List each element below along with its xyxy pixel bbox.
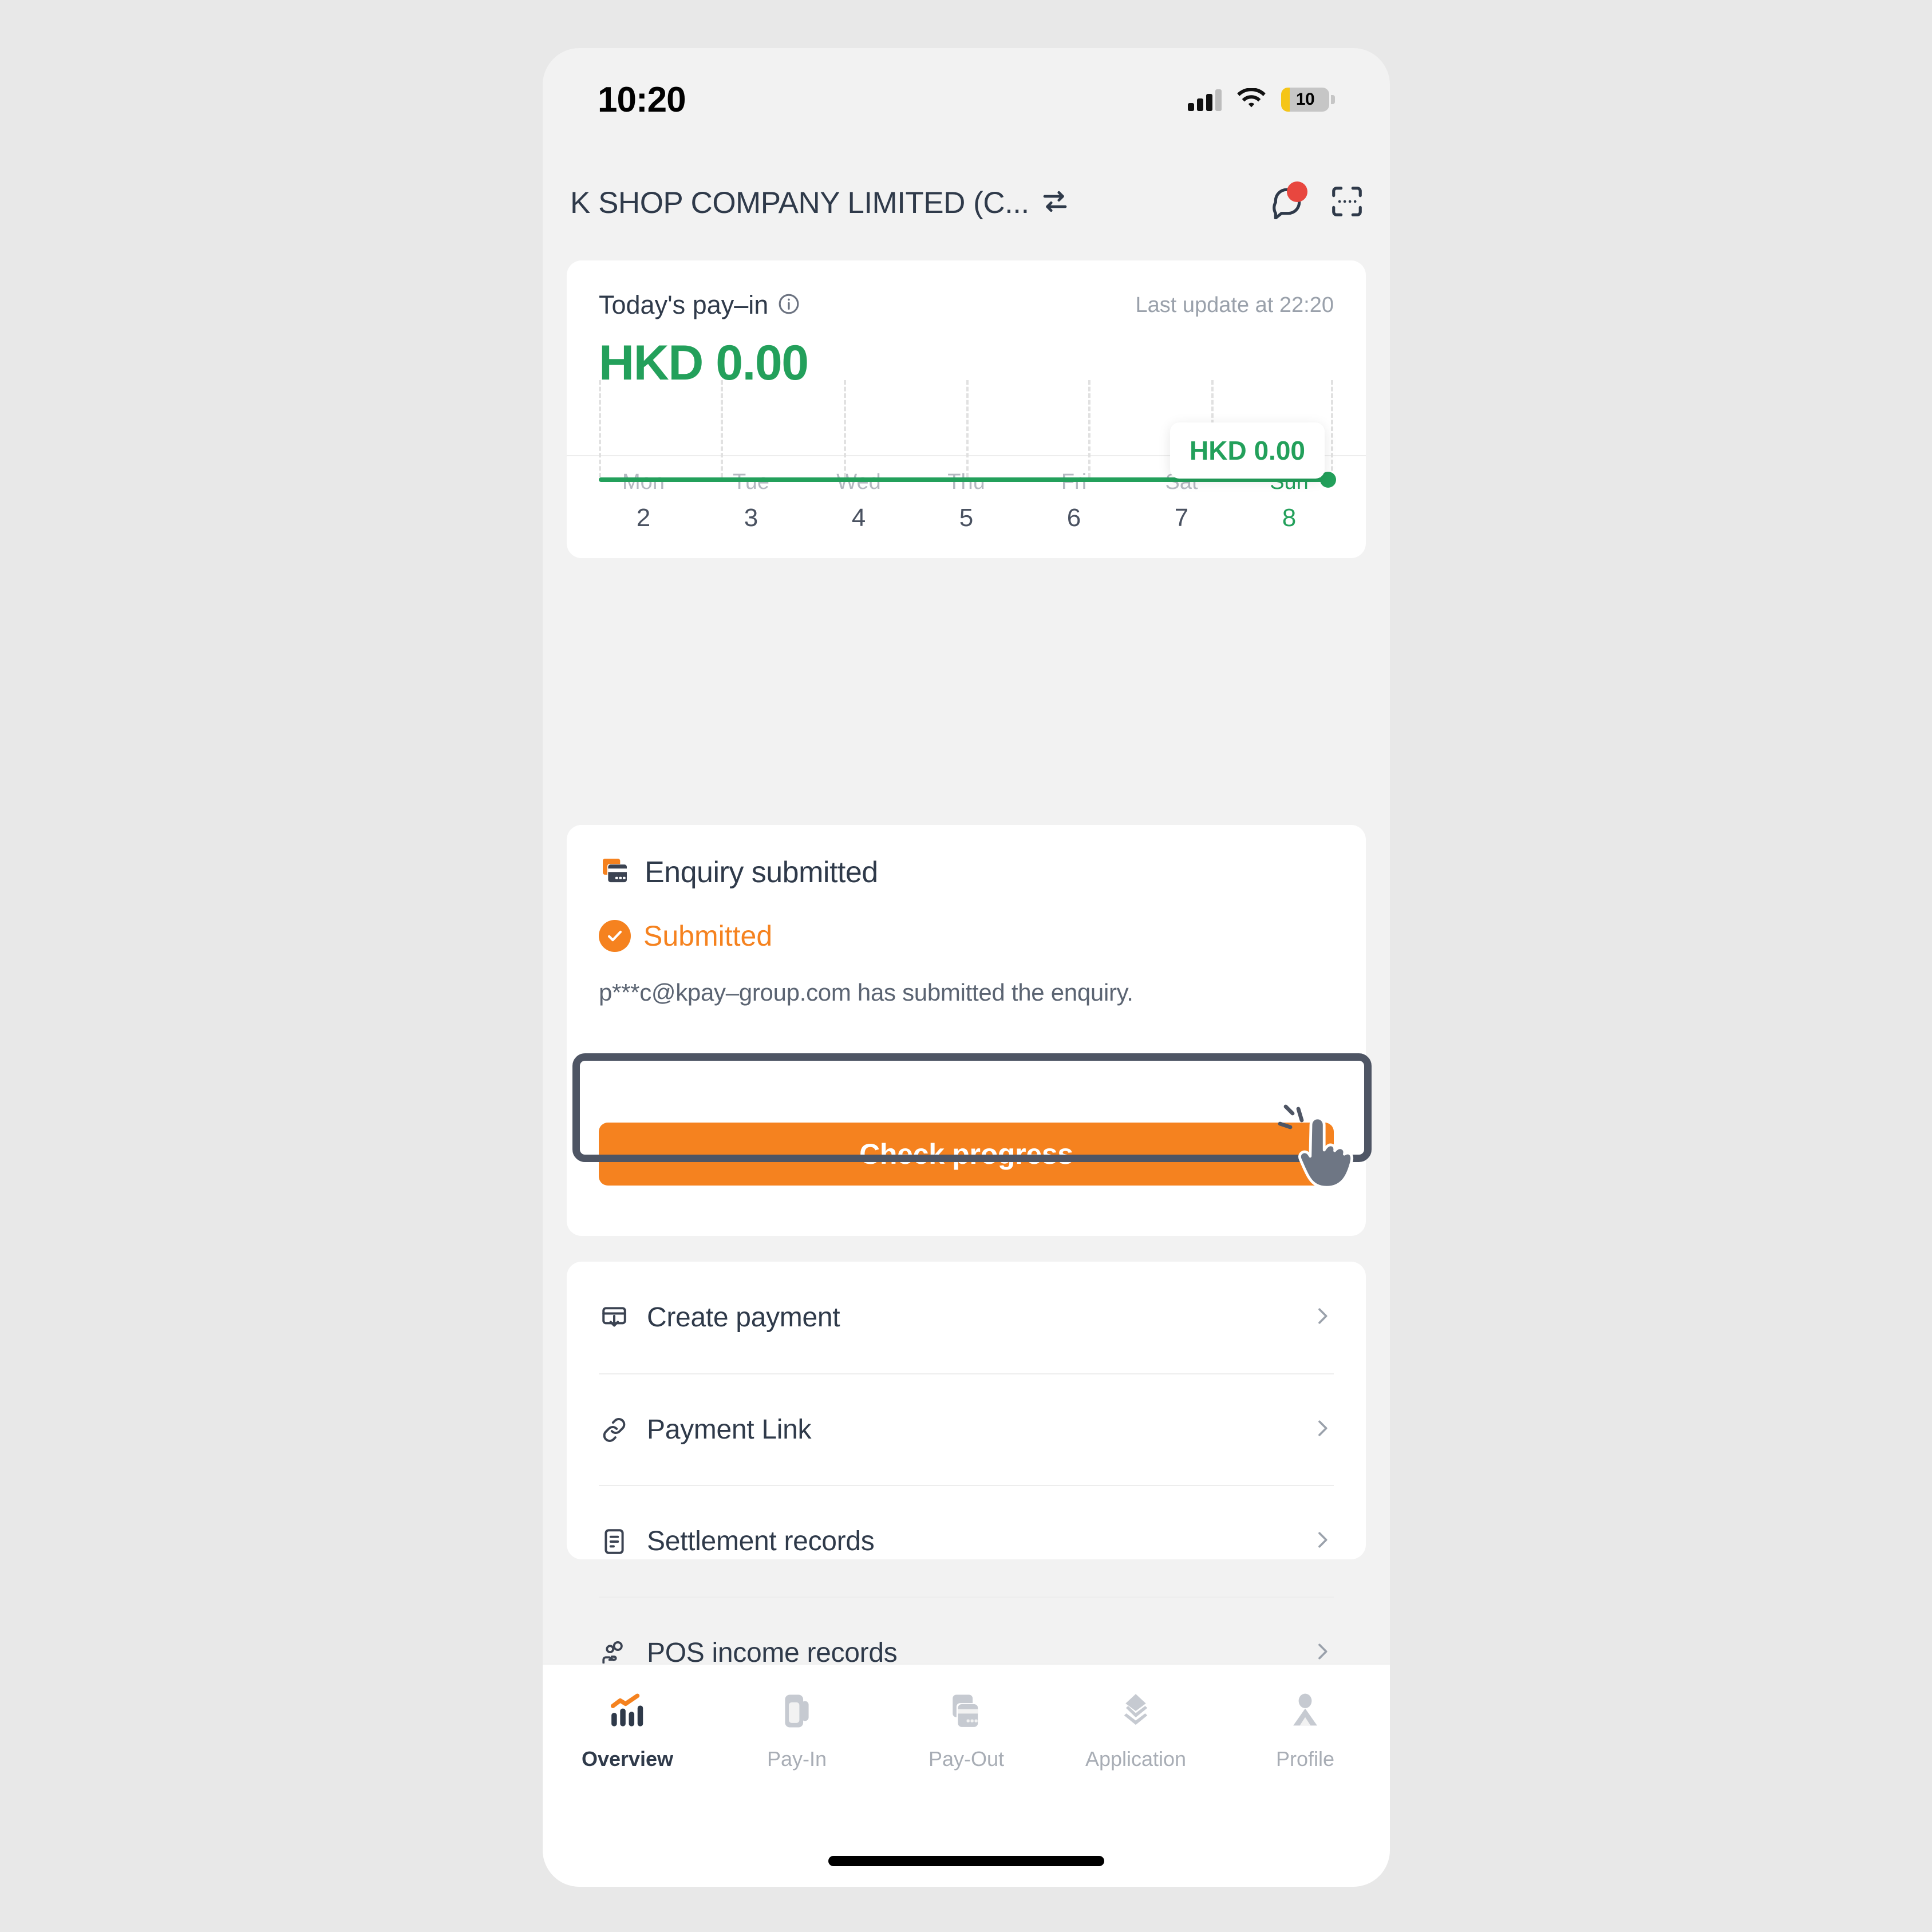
status-bar-icons: 10: [1188, 88, 1335, 112]
chevron-right-icon: [1311, 1417, 1334, 1443]
quick-actions-card: Create payment Payment Link Settlement r…: [567, 1262, 1366, 1668]
nav-item-payout[interactable]: Pay-Out: [882, 1686, 1051, 1771]
battery-icon: 10: [1281, 88, 1335, 112]
week-date-label: 3: [744, 504, 758, 532]
signal-bars-icon: [1188, 88, 1222, 111]
person-icon: [1283, 1686, 1327, 1736]
payin-line-chart[interactable]: HKD 0.00: [567, 346, 1366, 506]
last-update-label: Last update at 22:20: [1135, 293, 1334, 317]
nav-item-label: Profile: [1275, 1747, 1335, 1771]
menu-item-create-payment[interactable]: Create payment: [599, 1262, 1334, 1373]
week-date-label: 2: [636, 504, 651, 532]
payin-label: Today's pay–in: [599, 290, 769, 319]
status-bar: 10:20 10: [543, 48, 1390, 151]
hand-coin-icon: [599, 1639, 630, 1668]
card-terminal-icon: [599, 855, 631, 890]
document-icon: [599, 1527, 630, 1556]
week-date-label: 7: [1174, 504, 1189, 532]
menu-item-label: Payment Link: [647, 1415, 812, 1445]
week-date-label: 8: [1282, 504, 1297, 532]
chart-tooltip: HKD 0.00: [1170, 422, 1325, 479]
chevron-right-icon: [1311, 1640, 1334, 1666]
payin-terminal-icon: [775, 1686, 819, 1736]
payout-terminal-icon: [945, 1686, 988, 1736]
menu-item-payment-link[interactable]: Payment Link: [599, 1373, 1334, 1485]
link-icon: [599, 1416, 630, 1444]
bottom-navigation: Overview Pay-In Pay-Out Application Prof…: [543, 1664, 1390, 1887]
battery-level-label: 10: [1295, 90, 1315, 109]
nav-item-payin[interactable]: Pay-In: [712, 1686, 882, 1771]
wifi-icon: [1236, 88, 1266, 111]
nav-item-application[interactable]: Application: [1051, 1686, 1220, 1771]
nav-item-profile[interactable]: Profile: [1220, 1686, 1390, 1771]
status-bar-clock: 10:20: [598, 80, 686, 120]
menu-item-settlement-records[interactable]: Settlement records: [599, 1485, 1334, 1597]
chat-bubble-icon[interactable]: [1270, 181, 1307, 222]
week-date-label: 6: [1066, 504, 1081, 532]
app-header: K SHOP COMPANY LIMITED (C...: [543, 151, 1390, 254]
nav-item-label: Overview: [581, 1747, 674, 1771]
nav-item-overview[interactable]: Overview: [543, 1686, 712, 1771]
switch-account-icon[interactable]: [1040, 186, 1070, 220]
notification-dot: [1287, 181, 1307, 202]
scan-qr-icon[interactable]: [1329, 184, 1365, 222]
enquiry-description: p***c@kpay–group.com has submitted the e…: [599, 979, 1133, 1006]
check-circle-icon: [599, 920, 631, 952]
layers-icon: [1114, 1686, 1157, 1736]
enquiry-card: Enquiry submitted Submitted p***c@kpay–g…: [567, 825, 1366, 1236]
phone-screen: 10:20 10 K SHOP COMPANY LIMITED (C... To…: [543, 48, 1390, 1887]
pointing-hand-cursor: [1277, 1102, 1380, 1216]
menu-item-label: Create payment: [647, 1302, 840, 1333]
chart-bars-icon: [606, 1686, 649, 1736]
screenshot-canvas: 10:20 10 K SHOP COMPANY LIMITED (C... To…: [0, 0, 1932, 1932]
chevron-right-icon: [1311, 1305, 1334, 1330]
week-date-label: 4: [851, 504, 866, 532]
enquiry-status-badge: Submitted: [643, 920, 773, 952]
home-indicator: [828, 1856, 1104, 1866]
enquiry-title: Enquiry submitted: [645, 855, 878, 889]
week-date-label: 5: [959, 504, 974, 532]
nav-item-label: Application: [1085, 1747, 1187, 1771]
nav-item-label: Pay-Out: [928, 1747, 1005, 1771]
merchant-name-label[interactable]: K SHOP COMPANY LIMITED (C...: [570, 185, 1029, 220]
check-progress-button[interactable]: Check progress: [599, 1123, 1334, 1186]
create-payment-icon: [599, 1303, 630, 1332]
nav-item-label: Pay-In: [767, 1747, 827, 1771]
chevron-right-icon: [1311, 1528, 1334, 1554]
menu-item-label: Settlement records: [647, 1526, 875, 1556]
info-icon[interactable]: [777, 293, 800, 318]
